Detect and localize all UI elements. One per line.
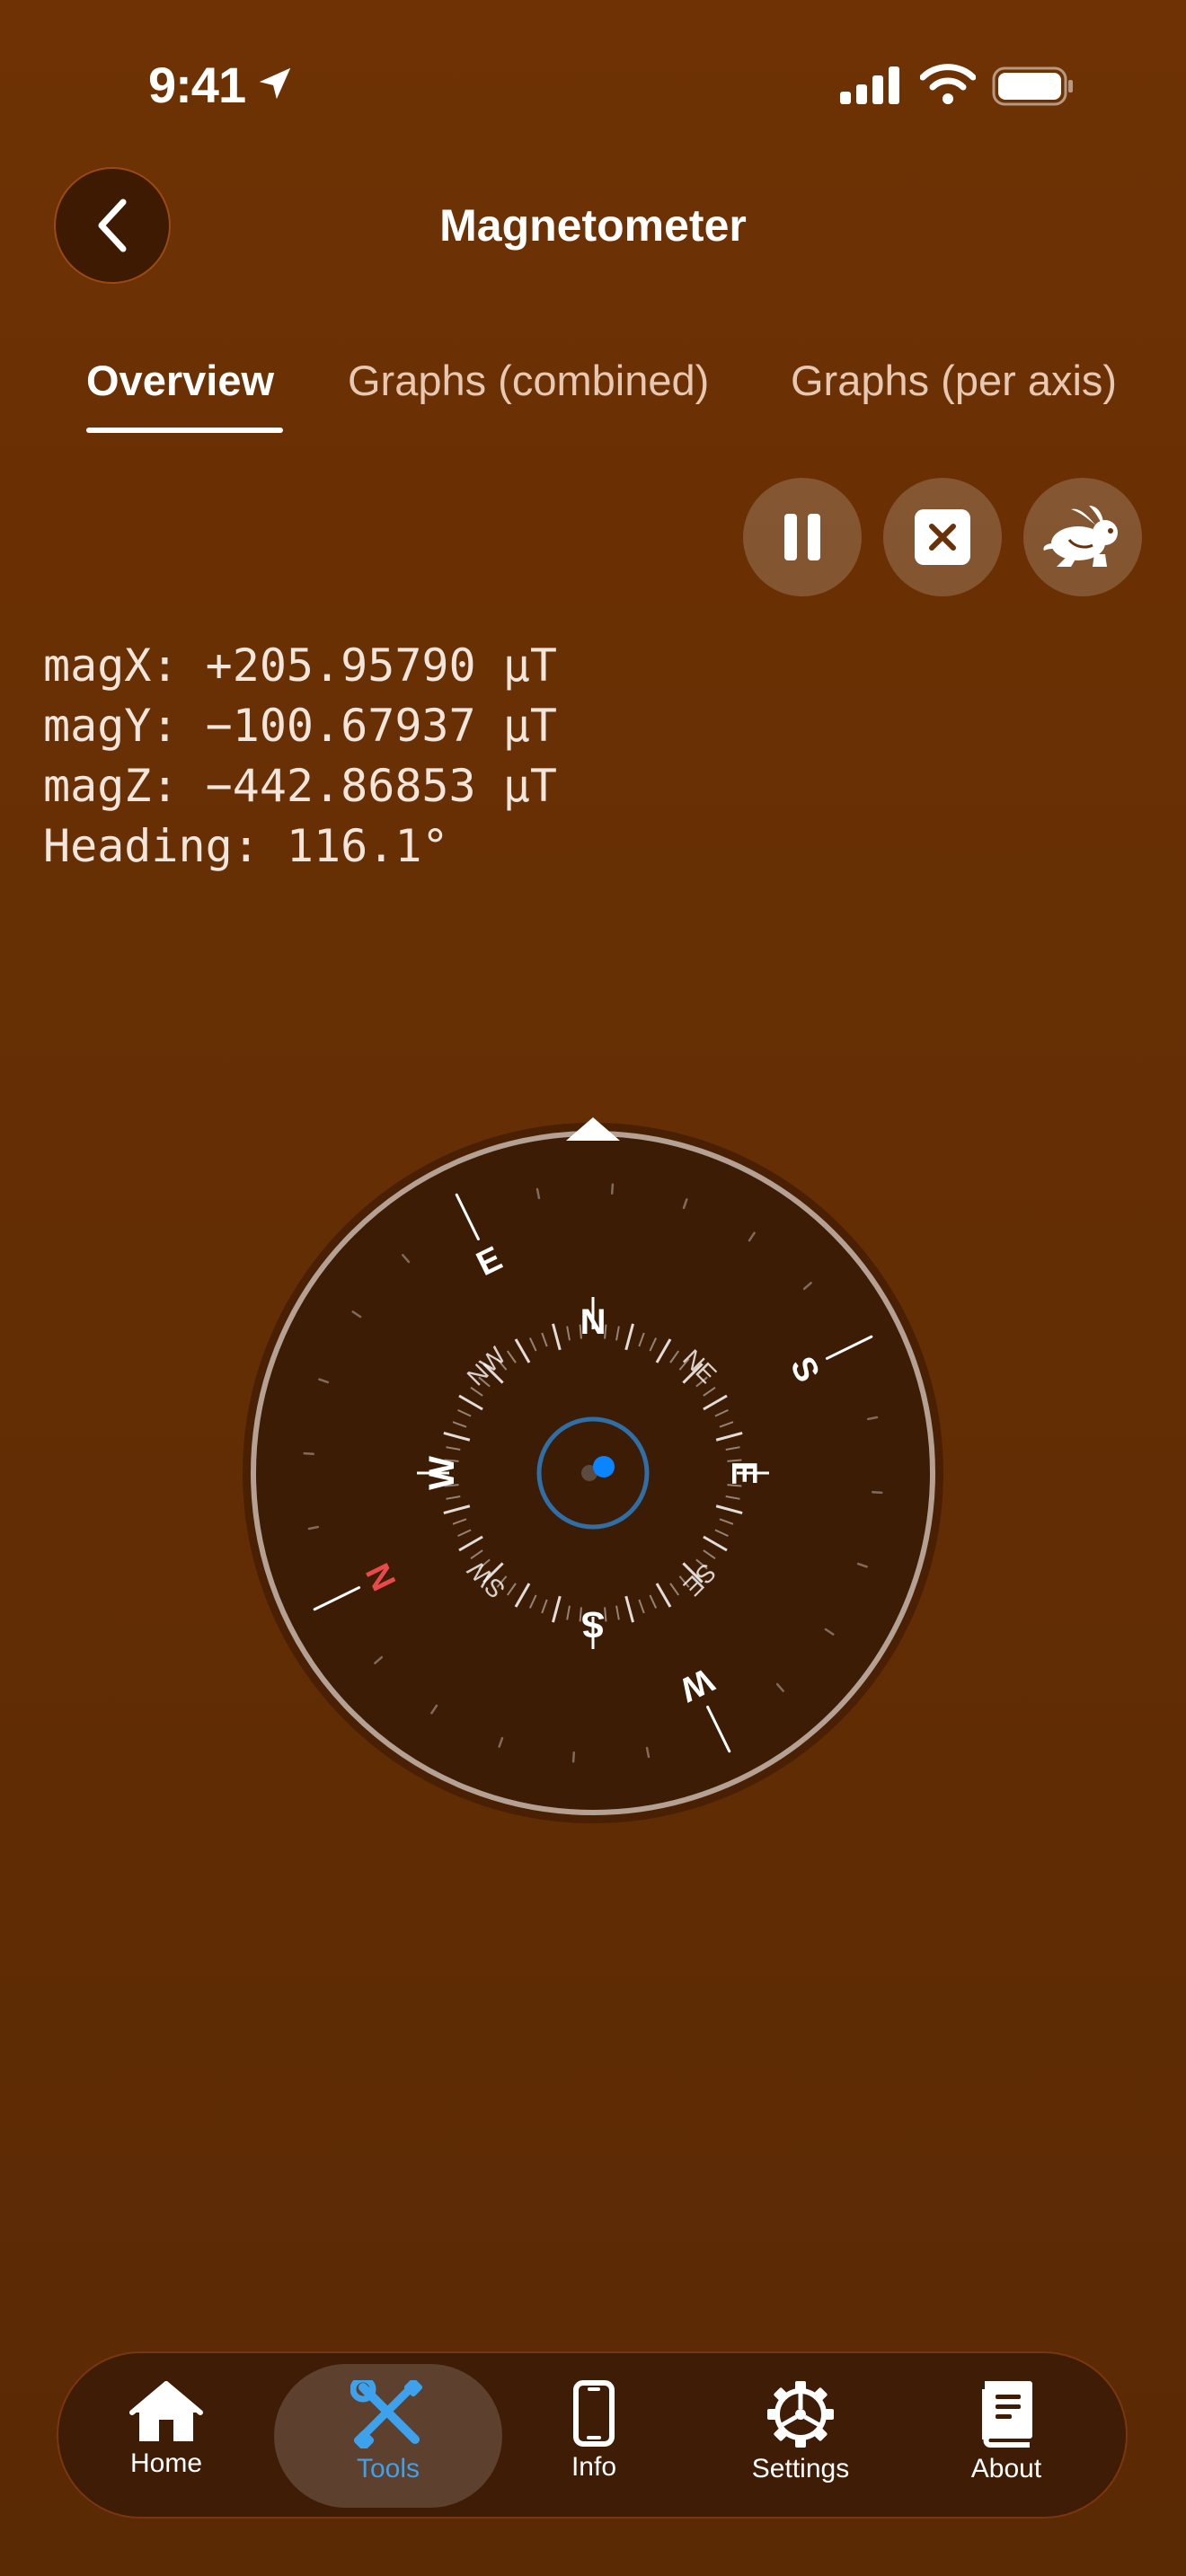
outer-minor-tick bbox=[872, 1490, 883, 1495]
hare-icon bbox=[1043, 506, 1118, 567]
xmark-square-icon bbox=[915, 509, 970, 565]
tab-bar-item-about[interactable]: About bbox=[898, 2353, 1114, 2517]
clear-button[interactable] bbox=[883, 478, 1002, 596]
tab-overview[interactable]: Overview bbox=[86, 356, 274, 405]
book-icon bbox=[982, 2381, 1032, 2448]
wrench-screwdriver-icon bbox=[350, 2380, 423, 2448]
tab-bar-item-settings[interactable]: Settings bbox=[693, 2353, 908, 2517]
tab-bar-item-info[interactable]: Info bbox=[486, 2353, 702, 2517]
house-icon bbox=[129, 2381, 203, 2441]
battery-icon bbox=[992, 66, 1073, 106]
tab-bar: Home Tools Info Settings About bbox=[57, 2351, 1128, 2519]
compass: NESW NESWNESESWNW bbox=[243, 1117, 943, 1823]
speed-button[interactable] bbox=[1023, 478, 1142, 596]
tab-bar-label-about: About bbox=[970, 2454, 1042, 2483]
outer-minor-tick bbox=[303, 1451, 314, 1456]
level-bubble bbox=[593, 1456, 615, 1478]
mag-x-readout: magX: +205.95790 µT bbox=[43, 640, 557, 692]
mag-z-readout: magZ: −442.86853 µT bbox=[43, 760, 557, 812]
outer-minor-tick bbox=[610, 1183, 615, 1195]
tab-selected-indicator bbox=[86, 428, 283, 433]
status-time: 9:41 bbox=[148, 57, 246, 113]
cellular-signal-icon bbox=[840, 66, 899, 104]
location-arrow-icon bbox=[259, 67, 291, 100]
tab-graphs-per-axis[interactable]: Graphs (per axis) bbox=[791, 356, 1117, 405]
inner-label-south: S bbox=[581, 1604, 606, 1644]
pause-button[interactable] bbox=[743, 478, 862, 596]
iphone-icon bbox=[573, 2380, 615, 2447]
tab-bar-item-home[interactable]: Home bbox=[58, 2353, 274, 2517]
tab-bar-label-info: Info bbox=[571, 2452, 617, 2482]
mag-y-readout: magY: −100.67937 µT bbox=[43, 700, 557, 752]
outer-minor-tick bbox=[571, 1751, 576, 1763]
inner-label-north: N bbox=[580, 1302, 606, 1342]
tab-bar-item-tools[interactable]: Tools bbox=[280, 2353, 496, 2517]
wifi-icon bbox=[920, 64, 976, 104]
tab-bar-label-tools: Tools bbox=[356, 2454, 420, 2483]
heading-readout: Heading: 116.1° bbox=[43, 820, 449, 872]
tab-bar-label-settings: Settings bbox=[751, 2454, 850, 2483]
page-title: Magnetometer bbox=[439, 200, 747, 251]
tab-bar-label-home: Home bbox=[129, 2448, 203, 2478]
inner-label-east: E bbox=[724, 1461, 764, 1486]
gear-icon bbox=[767, 2381, 834, 2448]
inner-label-west: W bbox=[422, 1456, 462, 1490]
tab-graphs-combined[interactable]: Graphs (combined) bbox=[348, 356, 709, 405]
pause-icon bbox=[784, 514, 820, 560]
